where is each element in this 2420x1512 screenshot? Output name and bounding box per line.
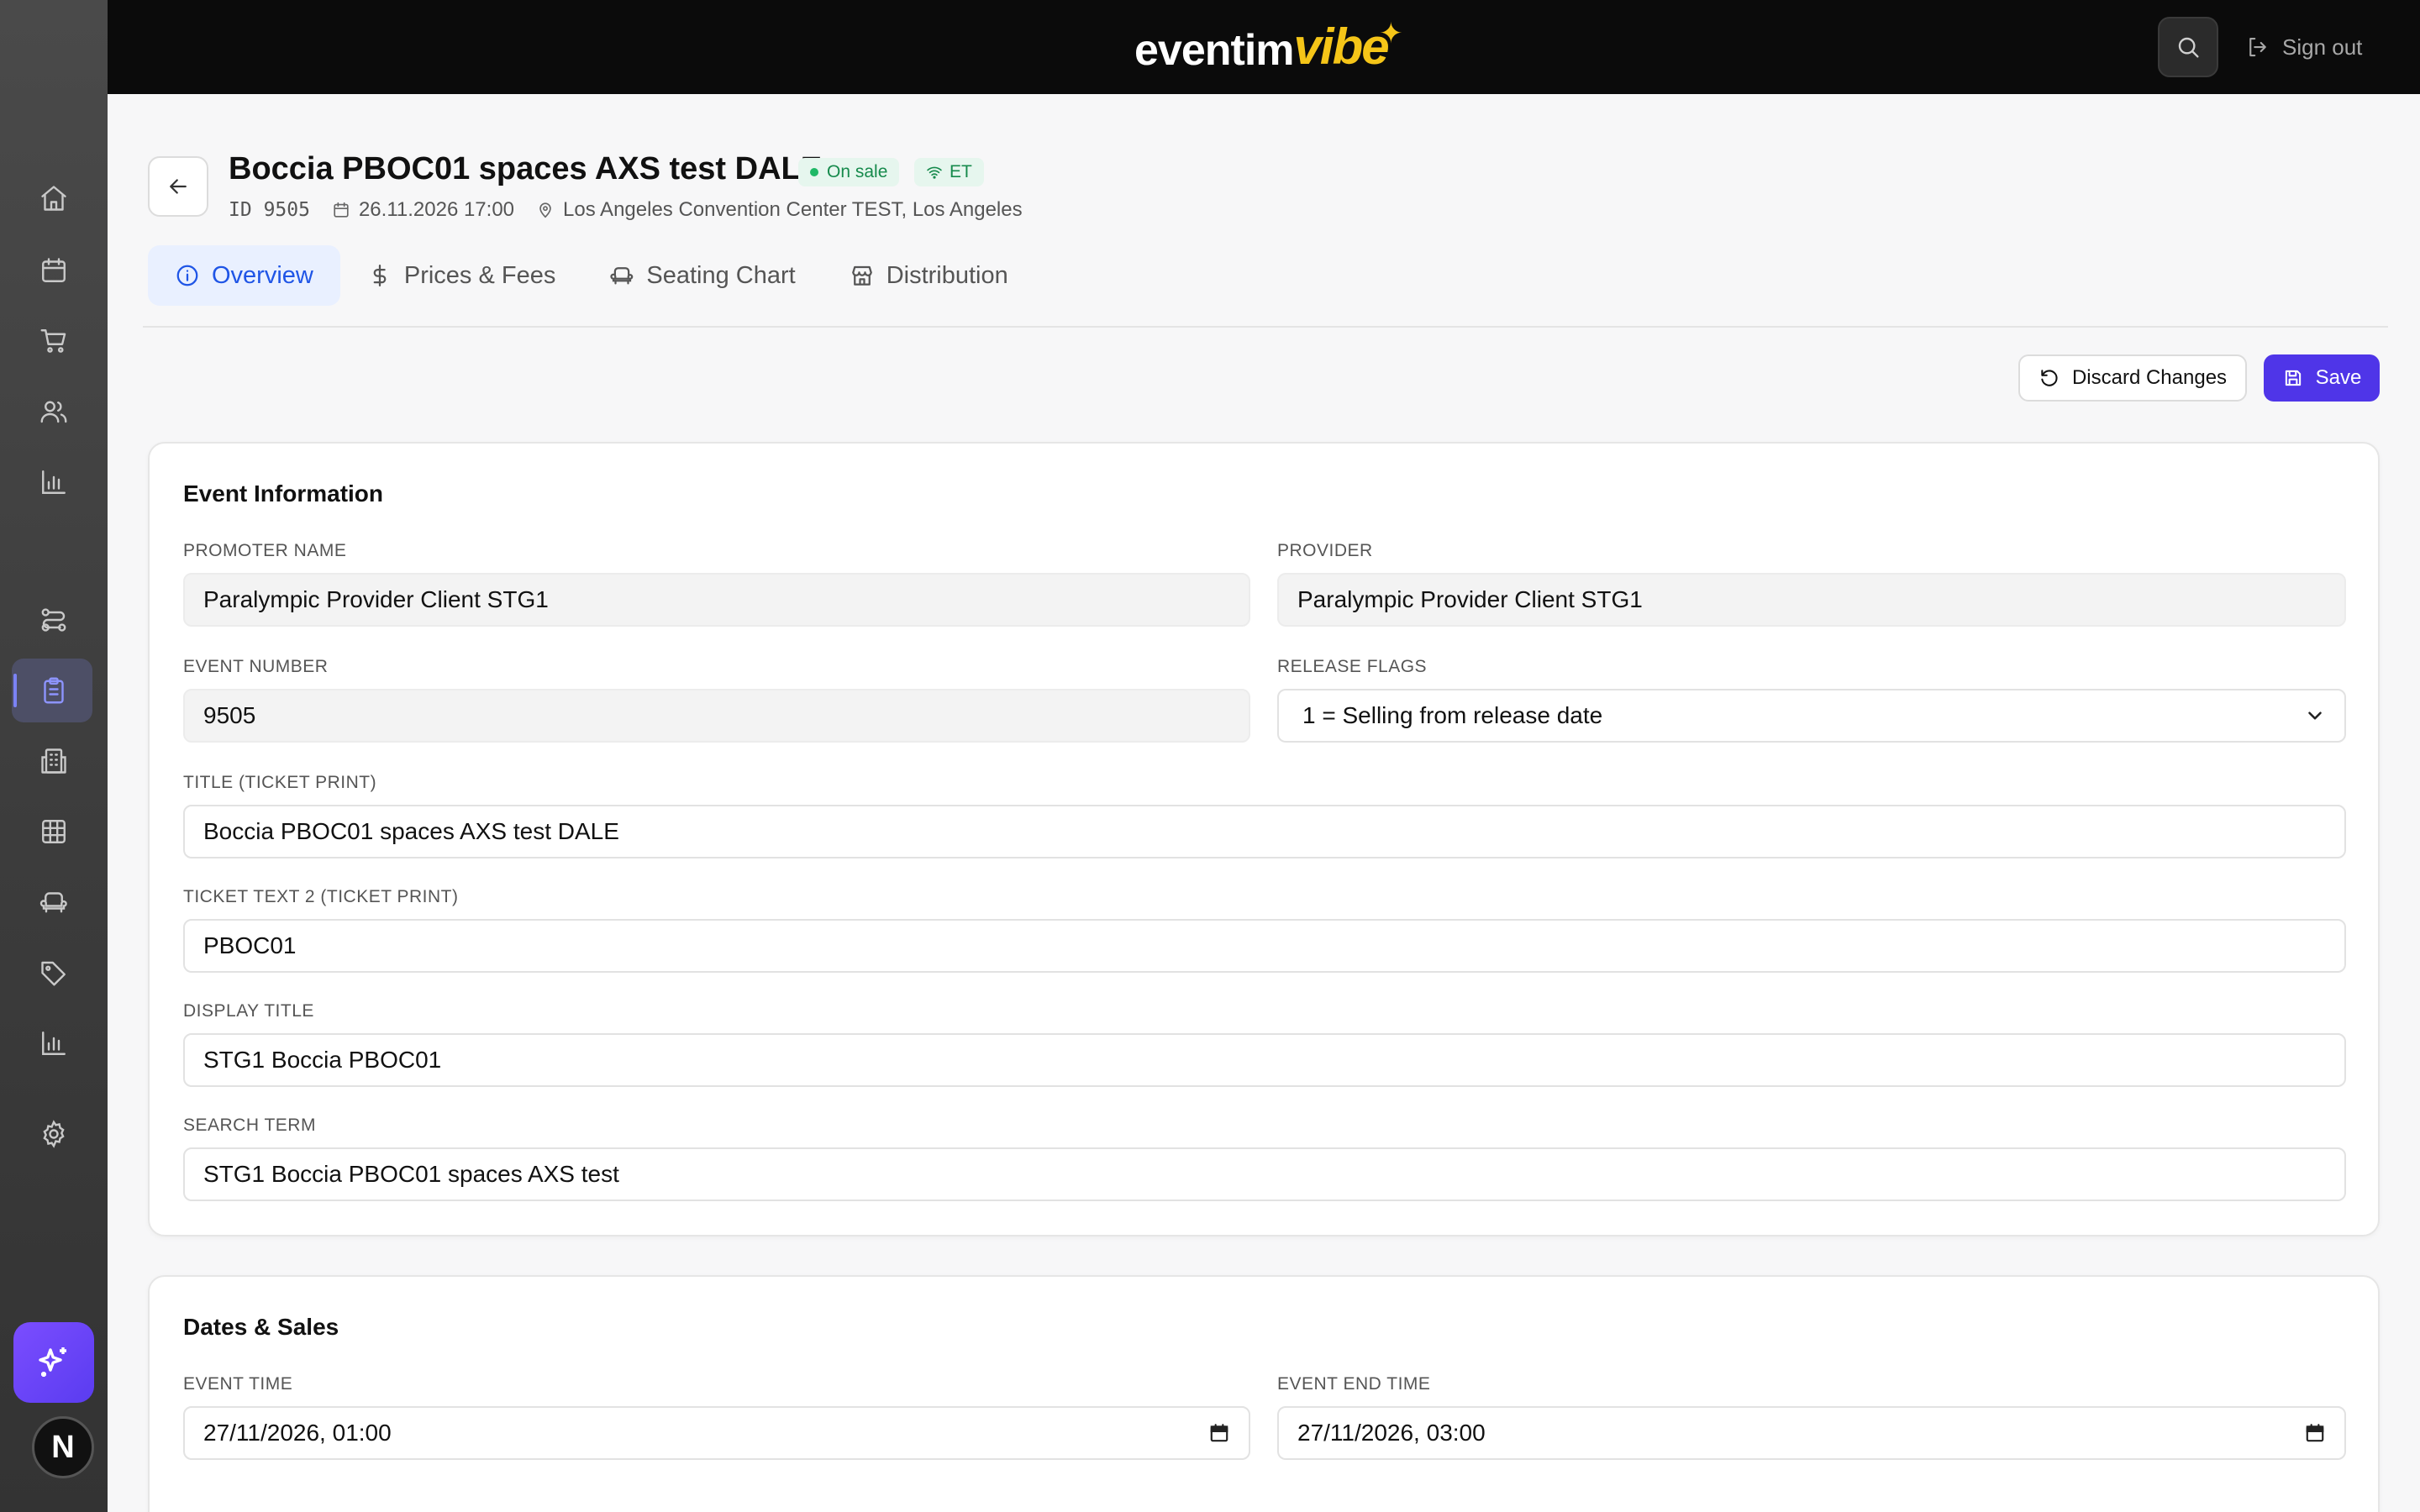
tab-overview[interactable]: Overview (148, 245, 340, 306)
event-date: 26.11.2026 17:00 (332, 198, 514, 222)
back-button[interactable] (148, 156, 208, 217)
tab-seating-chart[interactable]: Seating Chart (582, 245, 822, 306)
wifi-icon (927, 166, 942, 179)
event-venue: Los Angeles Convention Center TEST, Los … (536, 198, 1023, 222)
release-flags-label: RELEASE FLAGS (1277, 657, 1428, 676)
armchair-icon (610, 267, 634, 285)
calendar-icon[interactable] (34, 250, 74, 291)
save-label: Save (2315, 366, 2362, 389)
tab-label: Overview (212, 261, 313, 289)
chevron-down-icon (2308, 711, 2322, 720)
dates-sales-card: Dates & Sales EVENT TIME 27/11/2026, 01:… (148, 1275, 2380, 1512)
store-icon (851, 265, 872, 286)
sign-out-button[interactable]: Sign out (2245, 27, 2362, 67)
channel-label: ET (950, 162, 972, 181)
ticket-title-input[interactable]: Boccia PBOC01 spaces AXS test DALE (183, 805, 2346, 858)
sidebar-active-indicator (13, 674, 17, 707)
event-number-field[interactable]: 9505 (183, 689, 1250, 743)
tab-bar: Overview Prices & Fees Seating Chart Dis… (148, 245, 1035, 306)
calendar-icon (334, 202, 349, 218)
provider-field[interactable]: Paralympic Provider Client STG1 (1277, 573, 2346, 627)
display-title-input[interactable]: STG1 Boccia PBOC01 (183, 1033, 2346, 1087)
armchair-icon[interactable] (34, 882, 74, 922)
bar-chart-icon[interactable] (34, 1023, 74, 1063)
tab-prices-fees[interactable]: Prices & Fees (340, 245, 583, 306)
promoter-name-field[interactable]: Paralympic Provider Client STG1 (183, 573, 1250, 627)
search-button[interactable] (2158, 17, 2218, 77)
discard-label: Discard Changes (2071, 366, 2228, 389)
info-icon (176, 265, 198, 286)
gear-icon[interactable] (34, 1114, 74, 1154)
logo-accent-text: vibe (1293, 18, 1390, 75)
promoter-name-label: PROMOTER NAME (183, 541, 347, 560)
undo-icon (2041, 370, 2058, 386)
ai-assistant-button[interactable] (13, 1322, 94, 1403)
divider (143, 326, 2388, 328)
sidebar: N (0, 0, 108, 1512)
grid-icon[interactable] (34, 811, 74, 852)
event-meta: ID 9505 26.11.2026 17:00 Los Angeles Con… (229, 198, 1023, 222)
ticket-text-2-label: TICKET TEXT 2 (TICKET PRINT) (183, 887, 459, 906)
search-icon (2178, 37, 2199, 58)
display-title-label: DISPLAY TITLE (183, 1001, 314, 1021)
log-out-icon (2249, 37, 2266, 57)
sign-out-label: Sign out (2282, 34, 2363, 60)
event-end-time-label: EVENT END TIME (1277, 1374, 1431, 1394)
status-badge: On sale (798, 158, 900, 186)
section-title: Dates & Sales (183, 1314, 339, 1340)
event-time-label: EVENT TIME (183, 1374, 293, 1394)
calendar-icon (2306, 1424, 2324, 1442)
save-button[interactable]: Save (2264, 354, 2380, 402)
event-datetime: 26.11.2026 17:00 (358, 198, 515, 221)
event-time-input[interactable]: 27/11/2026, 01:00 (183, 1406, 1250, 1460)
calendar-icon (1210, 1424, 1228, 1442)
sparkle-icon: ✦ (1379, 18, 1403, 50)
event-number-label: EVENT NUMBER (183, 657, 329, 676)
bar-chart-icon[interactable] (34, 462, 74, 502)
ticket-title-label: TITLE (TICKET PRINT) (183, 773, 377, 792)
home-icon[interactable] (34, 178, 74, 218)
page-title: Boccia PBOC01 spaces AXS test DALE (229, 151, 823, 186)
venue-label: Los Angeles Convention Center TEST, Los … (563, 198, 1023, 221)
search-term-label: SEARCH TERM (183, 1116, 316, 1135)
tag-icon[interactable] (34, 953, 74, 993)
ticket-text-2-input[interactable]: PBOC01 (183, 919, 2346, 973)
event-end-time-input[interactable]: 27/11/2026, 03:00 (1277, 1406, 2346, 1460)
search-term-input[interactable]: STG1 Boccia PBOC01 spaces AXS test (183, 1147, 2346, 1201)
release-flags-select[interactable]: 1 = Selling from release date (1277, 689, 2346, 743)
status-dot (810, 168, 818, 176)
logo-text: eventim (1134, 26, 1295, 75)
users-icon[interactable] (34, 391, 74, 432)
avatar[interactable]: N (32, 1416, 94, 1478)
tab-distribution[interactable]: Distribution (823, 245, 1035, 306)
route-icon[interactable] (34, 600, 74, 640)
tab-label: Prices & Fees (403, 261, 556, 289)
tab-label: Seating Chart (646, 261, 796, 289)
event-id: ID 9505 (229, 199, 310, 221)
tab-label: Distribution (886, 261, 1008, 289)
discard-changes-button[interactable]: Discard Changes (2018, 354, 2247, 402)
eventim-vibe-logo: eventim vibe ✦ (1134, 18, 1403, 76)
building-icon[interactable] (34, 741, 74, 781)
map-pin-icon (539, 202, 551, 218)
top-bar: eventim vibe ✦ Sign out (108, 0, 2420, 94)
cart-icon[interactable] (34, 321, 74, 361)
provider-label: PROVIDER (1277, 541, 1373, 560)
save-icon (2285, 370, 2301, 386)
dollar-icon (373, 265, 387, 286)
arrow-left-icon (170, 179, 187, 194)
status-label: On sale (827, 162, 888, 181)
clipboard-icon[interactable] (34, 670, 74, 711)
event-information-card: Event Information PROMOTER NAME Paralymp… (148, 442, 2380, 1236)
section-title: Event Information (183, 480, 384, 507)
channel-badge: ET (914, 158, 984, 186)
